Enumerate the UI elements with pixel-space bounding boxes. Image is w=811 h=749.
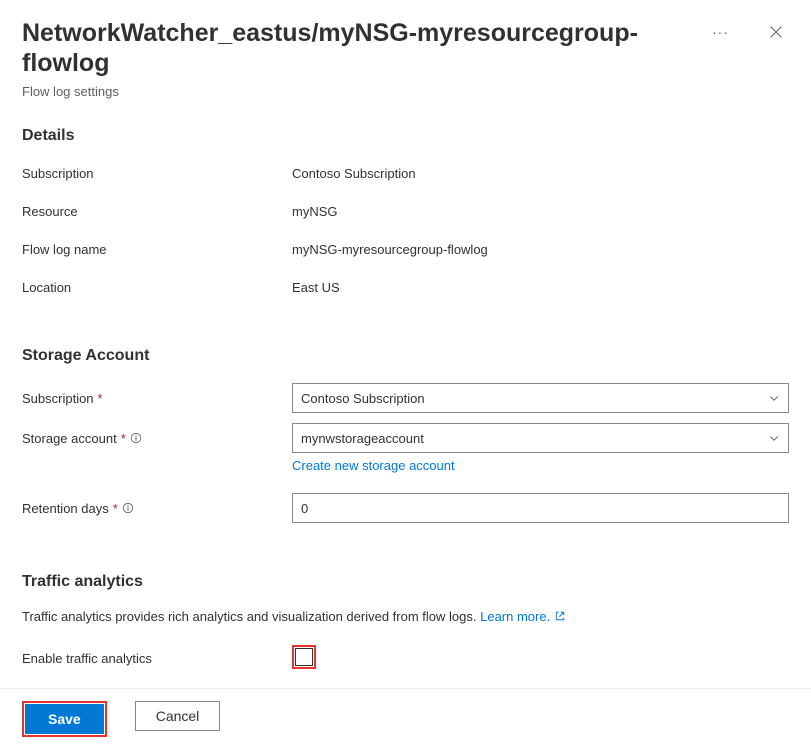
info-icon[interactable]: [122, 502, 134, 514]
details-flowlogname-label: Flow log name: [22, 242, 292, 257]
save-button-highlight: Save: [22, 701, 107, 737]
page-title: NetworkWatcher_eastus/myNSG-myresourcegr…: [22, 18, 712, 78]
footer-bar: Save Cancel: [0, 688, 811, 749]
storage-account-select[interactable]: mynwstorageaccount: [292, 423, 789, 453]
details-resource-label: Resource: [22, 204, 292, 219]
details-location-value: East US: [292, 280, 789, 295]
storage-subscription-select-value: Contoso Subscription: [301, 391, 425, 406]
close-icon[interactable]: [769, 25, 783, 39]
chevron-down-icon: [768, 392, 780, 404]
learn-more-link[interactable]: Learn more.: [480, 609, 566, 624]
required-asterisk: *: [98, 391, 103, 406]
save-button[interactable]: Save: [25, 704, 104, 734]
details-title: Details: [22, 127, 789, 145]
info-icon[interactable]: [130, 432, 142, 444]
storage-subscription-label: Subscription *: [22, 391, 292, 406]
details-resource-value: myNSG: [292, 204, 789, 219]
storage-subscription-select[interactable]: Contoso Subscription: [292, 383, 789, 413]
storage-section: Storage Account Subscription * Contoso S…: [22, 347, 789, 541]
storage-account-label: Storage account *: [22, 431, 292, 446]
create-storage-link[interactable]: Create new storage account: [292, 458, 455, 473]
storage-account-select-value: mynwstorageaccount: [301, 431, 424, 446]
enable-traffic-highlight: [292, 645, 316, 669]
external-link-icon: [554, 610, 566, 625]
required-asterisk: *: [121, 431, 126, 446]
traffic-description-row: Traffic analytics provides rich analytic…: [22, 609, 789, 625]
details-section: Details Subscription Contoso Subscriptio…: [22, 127, 789, 315]
cancel-button[interactable]: Cancel: [135, 701, 221, 731]
storage-title: Storage Account: [22, 347, 789, 365]
traffic-title: Traffic analytics: [22, 573, 789, 591]
details-subscription-value: Contoso Subscription: [292, 166, 789, 181]
required-asterisk: *: [113, 501, 118, 516]
learn-more-text: Learn more.: [480, 609, 550, 624]
panel-header: NetworkWatcher_eastus/myNSG-myresourcegr…: [22, 18, 789, 99]
retention-input[interactable]: [292, 493, 789, 523]
traffic-description: Traffic analytics provides rich analytic…: [22, 609, 476, 624]
details-location-label: Location: [22, 280, 292, 295]
storage-subscription-label-text: Subscription: [22, 391, 94, 406]
retention-label-text: Retention days: [22, 501, 109, 516]
storage-account-label-text: Storage account: [22, 431, 117, 446]
traffic-section: Traffic analytics Traffic analytics prov…: [22, 573, 789, 689]
chevron-down-icon: [768, 432, 780, 444]
details-flowlogname-value: myNSG-myresourcegroup-flowlog: [292, 242, 789, 257]
more-icon[interactable]: ···: [712, 24, 729, 40]
enable-traffic-label: Enable traffic analytics: [22, 651, 292, 666]
enable-traffic-checkbox[interactable]: [295, 648, 313, 666]
details-subscription-label: Subscription: [22, 166, 292, 181]
retention-label: Retention days *: [22, 501, 292, 516]
page-subtitle: Flow log settings: [22, 84, 712, 99]
